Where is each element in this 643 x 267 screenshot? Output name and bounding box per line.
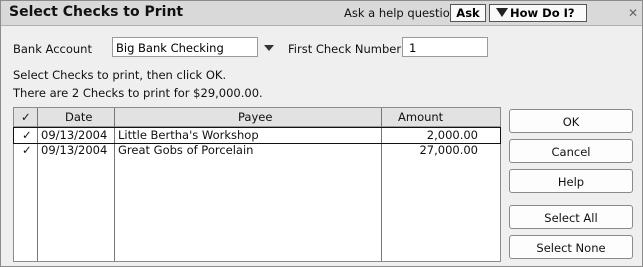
dialog-title: Select Checks to Print xyxy=(9,4,184,20)
header-check[interactable]: ✓ xyxy=(21,110,31,124)
instructions-text: Select Checks to print, then click OK. xyxy=(13,68,227,82)
row-check-mark[interactable]: ✓ xyxy=(22,143,32,158)
table-row[interactable]: ✓ 09/13/2004 Little Bertha's Workshop 2,… xyxy=(13,127,501,144)
close-icon[interactable]: ✕ xyxy=(628,6,638,20)
row-check-mark[interactable]: ✓ xyxy=(22,128,32,143)
ok-button[interactable]: OK xyxy=(509,109,633,133)
title-bar: Select Checks to Print Ask a help questi… xyxy=(1,1,642,26)
help-question-label: Ask a help question xyxy=(344,6,458,20)
checks-table: ✓ Date Payee Amount ✓ 09/13/2004 Little … xyxy=(13,107,501,262)
how-do-i-button[interactable]: How Do I? xyxy=(489,4,587,22)
how-do-i-label: How Do I? xyxy=(510,6,575,20)
header-amount[interactable]: Amount xyxy=(398,110,443,124)
help-button[interactable]: Help xyxy=(509,169,633,193)
row-amount: 2,000.00 xyxy=(426,128,478,142)
select-all-button[interactable]: Select All xyxy=(509,205,633,229)
cancel-button[interactable]: Cancel xyxy=(509,139,633,163)
check-count-text: There are 2 Checks to print for $29,000.… xyxy=(13,86,263,100)
dropdown-triangle-icon xyxy=(496,8,508,17)
first-check-number-label: First Check Number xyxy=(288,42,402,56)
row-date: 09/13/2004 xyxy=(41,128,108,142)
ask-button[interactable]: Ask xyxy=(450,4,486,22)
header-date[interactable]: Date xyxy=(65,110,93,124)
row-amount: 27,000.00 xyxy=(419,143,478,157)
bank-account-select[interactable]: Big Bank Checking xyxy=(112,37,258,57)
row-payee: Great Gobs of Porcelain xyxy=(118,143,254,157)
header-payee[interactable]: Payee xyxy=(238,110,272,124)
first-check-number-input[interactable]: 1 xyxy=(402,37,488,57)
row-date: 09/13/2004 xyxy=(41,143,108,157)
table-row[interactable]: ✓ 09/13/2004 Great Gobs of Porcelain 27,… xyxy=(14,143,500,158)
chevron-down-icon[interactable] xyxy=(264,45,274,51)
row-payee: Little Bertha's Workshop xyxy=(118,128,259,142)
select-none-button[interactable]: Select None xyxy=(509,235,633,259)
select-checks-dialog: Select Checks to Print Ask a help questi… xyxy=(0,0,643,267)
table-header: ✓ Date Payee Amount xyxy=(14,108,500,127)
bank-account-label: Bank Account xyxy=(13,42,92,56)
